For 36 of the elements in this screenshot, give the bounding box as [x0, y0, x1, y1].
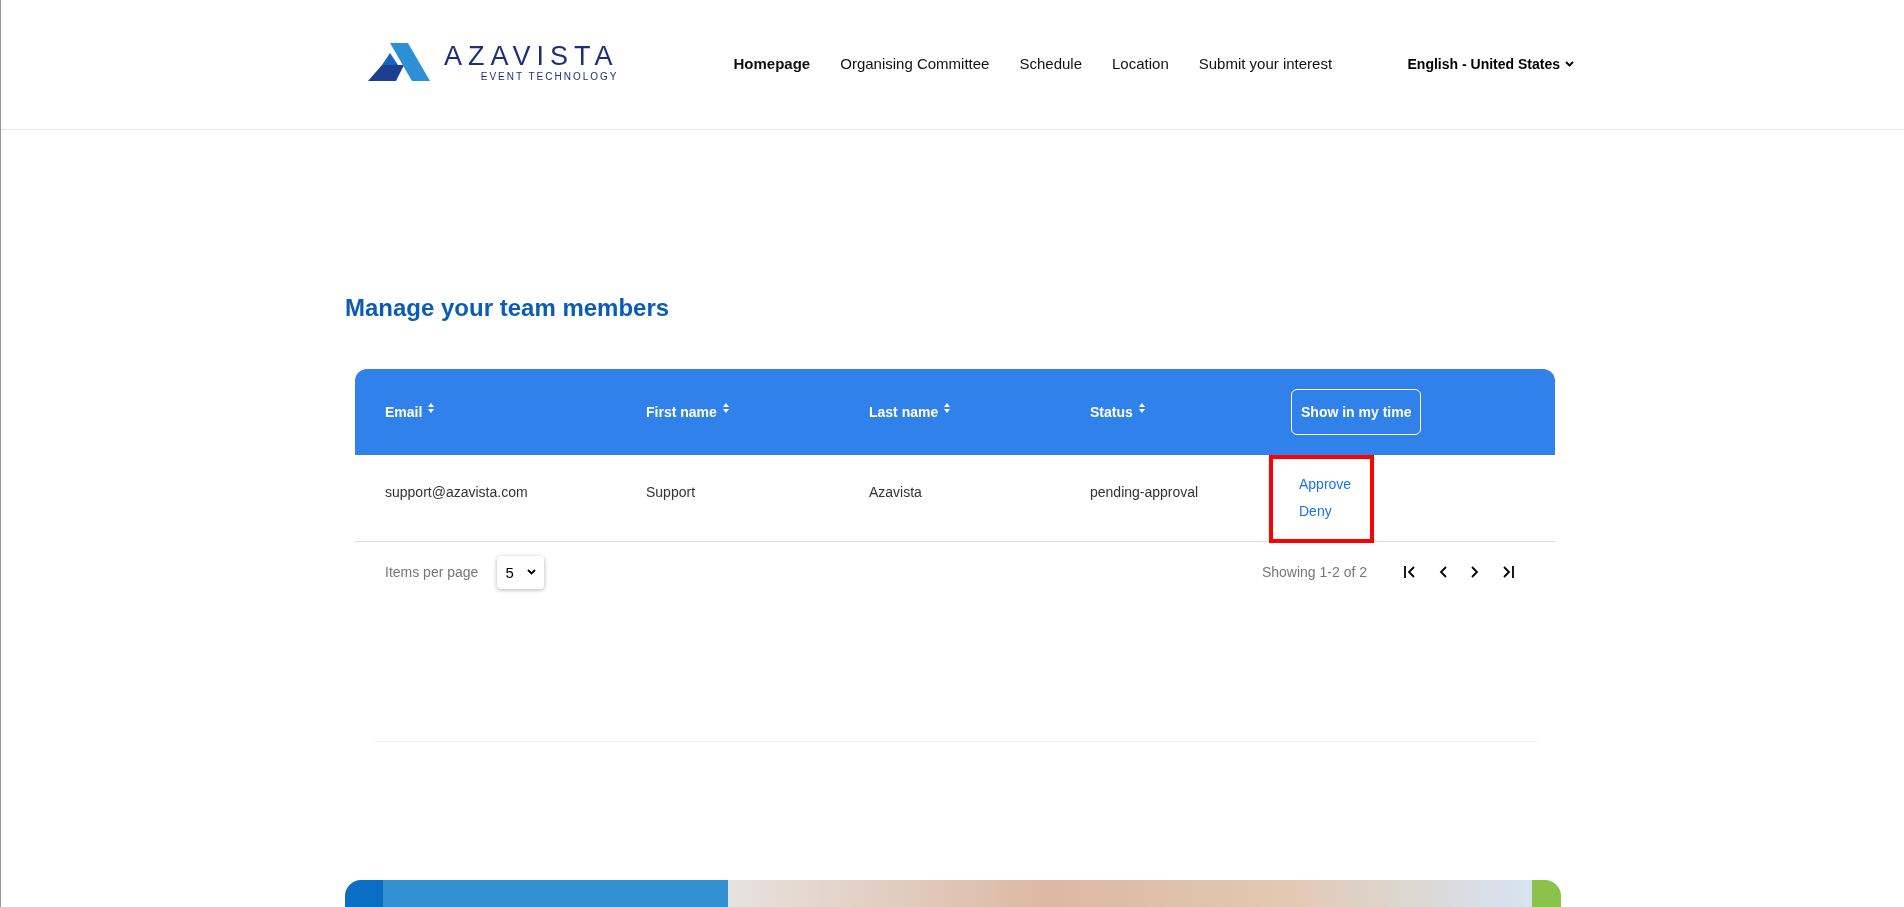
- column-header[interactable]: Status: [1090, 404, 1133, 420]
- nav-link[interactable]: Homepage: [733, 55, 811, 72]
- table-cell: Azavista: [869, 484, 922, 500]
- column-header[interactable]: Last name: [869, 404, 939, 420]
- page-title: Manage your team members: [345, 294, 671, 322]
- nav-link[interactable]: Location: [1112, 55, 1169, 72]
- logo-wordmark: AZAVISTA: [444, 41, 619, 71]
- table-cell: Support: [646, 484, 696, 500]
- first-page-icon[interactable]: [1403, 566, 1417, 578]
- show-in-my-time-button[interactable]: Show in my time: [1291, 389, 1422, 435]
- table-cell: pending-approval: [1090, 484, 1199, 500]
- sort-icon[interactable]: [722, 403, 729, 413]
- nav-link[interactable]: Schedule: [1019, 55, 1082, 72]
- nav-link[interactable]: Organising Committee: [840, 55, 990, 72]
- action-link[interactable]: Approve: [1299, 476, 1352, 492]
- nav-link[interactable]: Submit your interest: [1198, 55, 1333, 72]
- items-per-page-label: Items per page: [385, 564, 479, 580]
- sort-icon[interactable]: [428, 403, 435, 413]
- chevron-down-icon: [527, 569, 537, 575]
- sort-icon[interactable]: [1138, 403, 1145, 413]
- items-per-page-select[interactable]: 5: [497, 555, 545, 589]
- action-link[interactable]: Deny: [1299, 503, 1332, 519]
- table-cell: support@azavista.com: [385, 484, 528, 500]
- banner-stripe: [345, 880, 383, 907]
- previous-page-icon[interactable]: [1439, 566, 1448, 578]
- last-page-icon[interactable]: [1501, 566, 1515, 578]
- sort-icon[interactable]: [944, 403, 951, 413]
- logo-triangle-icon: [368, 42, 430, 81]
- column-header[interactable]: First name: [646, 404, 717, 420]
- next-page-icon[interactable]: [1470, 566, 1479, 578]
- chevron-down-icon: [1565, 60, 1574, 67]
- pagination-summary: Showing 1-2 of 2: [1261, 564, 1367, 580]
- logo-tagline: EVENT TECHNOLOGY: [480, 71, 619, 82]
- banner-stripe: [1532, 880, 1561, 907]
- column-header[interactable]: Email: [385, 404, 423, 420]
- language-selector[interactable]: English - United States: [1407, 55, 1574, 72]
